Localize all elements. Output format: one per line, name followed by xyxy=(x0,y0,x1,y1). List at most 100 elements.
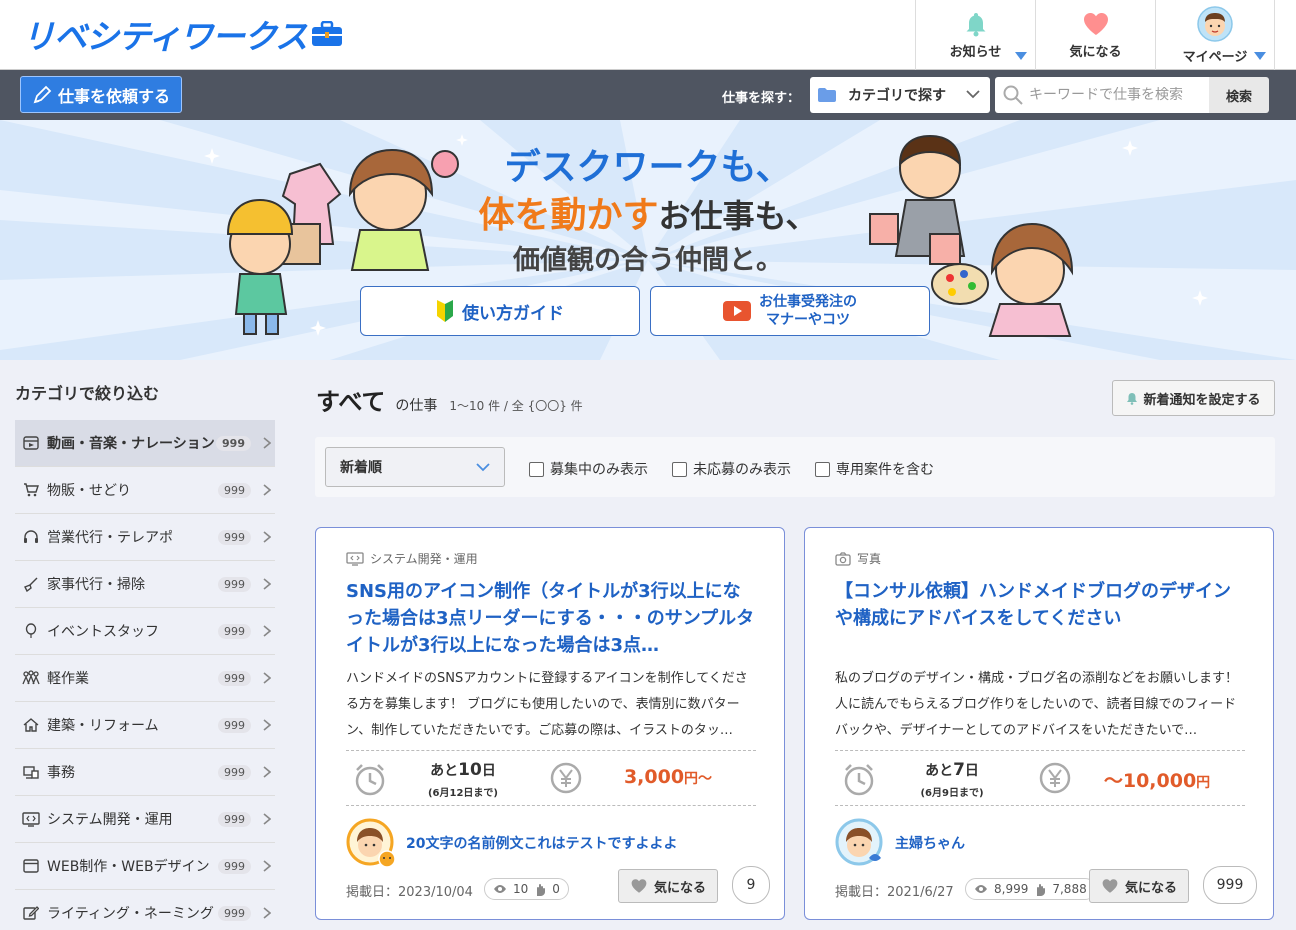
job-title[interactable]: 【コンサル依頼】ハンドメイドブログのデザインや構成にアドバイスをしてください xyxy=(835,578,1245,659)
sidebar-item-label: 営業代行・テレアポ xyxy=(47,530,173,546)
beginner-mark-icon xyxy=(436,300,454,322)
not-applied-only-checkbox[interactable]: 未応募のみ表示 xyxy=(672,459,791,479)
request-job-button[interactable]: 仕事を依頼する xyxy=(20,76,182,113)
hero-highlight: 体を動かす xyxy=(478,195,659,236)
hero-banner: デスクワークも、 体を動かすお仕事も、 価値観の合う仲間と。 使い方ガイド お仕… xyxy=(0,120,1296,360)
user-name[interactable]: 20文字の名前例文これはテストですよよよ xyxy=(406,833,677,853)
checkbox-box[interactable] xyxy=(529,461,544,477)
job-category: 写真 xyxy=(835,550,881,567)
days-number: 10 xyxy=(458,760,482,780)
avatar xyxy=(1195,5,1235,42)
chevron-right-icon xyxy=(263,672,271,684)
cart-icon xyxy=(21,482,41,498)
set-notification-button[interactable]: 新着通知を設定する xyxy=(1112,380,1275,416)
sidebar-item-count: 999 xyxy=(218,765,251,780)
remaining-days: あと7日 xyxy=(887,760,1017,780)
sidebar-item-label: 軽作業 xyxy=(47,671,89,687)
browser-icon xyxy=(21,858,41,874)
sidebar-item-label: WEB制作・WEBデザイン xyxy=(47,859,210,875)
sidebar-item-housework[interactable]: 家事代行・掃除 999 xyxy=(15,561,275,608)
chevron-down-icon xyxy=(476,462,490,472)
chevron-right-icon xyxy=(263,437,271,449)
sidebar-item-label: 事務 xyxy=(47,765,75,781)
chevron-right-icon xyxy=(263,766,271,778)
mypage-nav[interactable]: マイページ xyxy=(1155,0,1275,70)
sidebar-item-label: 動画・音楽・ナレーション xyxy=(47,436,215,452)
caret-down-icon xyxy=(1254,52,1266,60)
yen-icon xyxy=(550,762,582,794)
sidebar-item-event-staff[interactable]: イベントスタッフ 999 xyxy=(15,608,275,655)
sidebar-item-count: 999 xyxy=(216,436,251,451)
sort-select[interactable]: 新着順 xyxy=(325,447,505,487)
favorite-count: 9 xyxy=(732,866,770,904)
price: 3,000円〜 xyxy=(598,766,738,788)
guide-button[interactable]: 使い方ガイド xyxy=(360,286,640,336)
sidebar-item-office[interactable]: 事務 999 xyxy=(15,749,275,796)
favorite-button[interactable]: 気になる xyxy=(1089,869,1189,903)
sidebar-item-system-dev[interactable]: システム開発・運用 999 xyxy=(15,796,275,843)
chevron-right-icon xyxy=(263,531,271,543)
checkbox-box[interactable] xyxy=(672,461,687,477)
notifications-nav[interactable]: お知らせ xyxy=(915,0,1035,70)
job-title[interactable]: SNS用のアイコン制作（タイトルが3行以上になった場合は3点リーダーにする・・・… xyxy=(346,578,756,659)
job-stats: 8,999 7,888 xyxy=(965,878,1096,900)
job-category-label: システム開発・運用 xyxy=(370,552,478,566)
price-value: 3,000 xyxy=(623,766,685,788)
days-number: 7 xyxy=(953,760,965,780)
favorites-nav[interactable]: 気になる xyxy=(1035,0,1155,70)
keyword-input[interactable] xyxy=(1029,87,1199,103)
category-select-value: カテゴリで探す xyxy=(848,88,946,104)
search-button[interactable]: 検索 xyxy=(1209,77,1269,113)
recruiting-only-checkbox[interactable]: 募集中のみ表示 xyxy=(529,459,648,479)
favorite-button[interactable]: 気になる xyxy=(618,869,718,903)
request-job-label: 仕事を依頼する xyxy=(57,86,170,106)
camera-icon xyxy=(835,551,851,566)
sidebar-item-sales[interactable]: 物販・せどり 999 xyxy=(15,467,275,514)
hero-line-2-rest: お仕事も、 xyxy=(658,197,818,235)
guide-button-label: 使い方ガイド xyxy=(462,303,564,324)
job-card[interactable]: システム開発・運用 SNS用のアイコン制作（タイトルが3行以上になった場合は3点… xyxy=(315,527,785,920)
sidebar-item-light-work[interactable]: 軽作業 999 xyxy=(15,655,275,702)
chevron-down-icon xyxy=(966,89,980,99)
filter-bar: 新着順 募集中のみ表示 未応募のみ表示 専用案件を含む xyxy=(315,437,1275,497)
bell-icon xyxy=(1126,392,1138,405)
posted-date: 掲載日：2021/6/27 xyxy=(835,885,954,900)
balloon-icon xyxy=(21,623,41,639)
price-value: 10,000 xyxy=(1122,770,1197,792)
page-title-suffix: の仕事 xyxy=(395,398,438,414)
hand-icon xyxy=(534,883,546,896)
sidebar-item-telemarketing[interactable]: 営業代行・テレアポ 999 xyxy=(15,514,275,561)
user-avatar[interactable] xyxy=(346,818,396,868)
bell-icon xyxy=(963,11,989,37)
category-select[interactable]: カテゴリで探す xyxy=(810,77,990,113)
sidebar-item-writing[interactable]: ライティング・ネーミング 999 xyxy=(15,890,275,930)
sidebar-item-construction[interactable]: 建築・リフォーム 999 xyxy=(15,702,275,749)
user-name[interactable]: 主婦ちゃん xyxy=(895,833,965,853)
sidebar-item-label: システム開発・運用 xyxy=(47,812,173,828)
sidebar-item-video-music[interactable]: 動画・音楽・ナレーション 999 xyxy=(15,420,275,467)
heart-icon xyxy=(1082,11,1110,37)
checkbox-box[interactable] xyxy=(815,461,830,477)
play-video-icon xyxy=(723,301,751,321)
job-stats: 10 0 xyxy=(484,878,569,900)
job-card[interactable]: 写真 【コンサル依頼】ハンドメイドブログのデザインや構成にアドバイスをしてくださ… xyxy=(804,527,1274,920)
sidebar-item-web-design[interactable]: WEB制作・WEBデザイン 999 xyxy=(15,843,275,890)
user-avatar[interactable] xyxy=(835,818,885,868)
price-unit: 円〜 xyxy=(684,771,713,787)
page-title-main: すべて xyxy=(316,388,386,416)
sidebar-item-count: 999 xyxy=(218,577,251,592)
video-icon xyxy=(21,435,41,451)
manners-button[interactable]: お仕事受発注の マナーやコツ xyxy=(650,286,930,336)
site-logo[interactable]: リベシティワークス xyxy=(22,12,343,56)
job-category: システム開発・運用 xyxy=(346,550,478,567)
sidebar-item-count: 999 xyxy=(218,859,251,874)
chevron-right-icon xyxy=(263,860,271,872)
job-category-label: 写真 xyxy=(857,552,882,566)
folder-icon xyxy=(818,88,836,102)
pen-icon xyxy=(32,85,52,105)
hero-line-3: 価値観の合う仲間と。 xyxy=(513,245,783,276)
office-icon xyxy=(21,764,41,780)
include-exclusive-checkbox[interactable]: 専用案件を含む xyxy=(815,459,934,479)
favorite-count: 999 xyxy=(1203,866,1257,904)
keyword-search xyxy=(995,77,1209,113)
